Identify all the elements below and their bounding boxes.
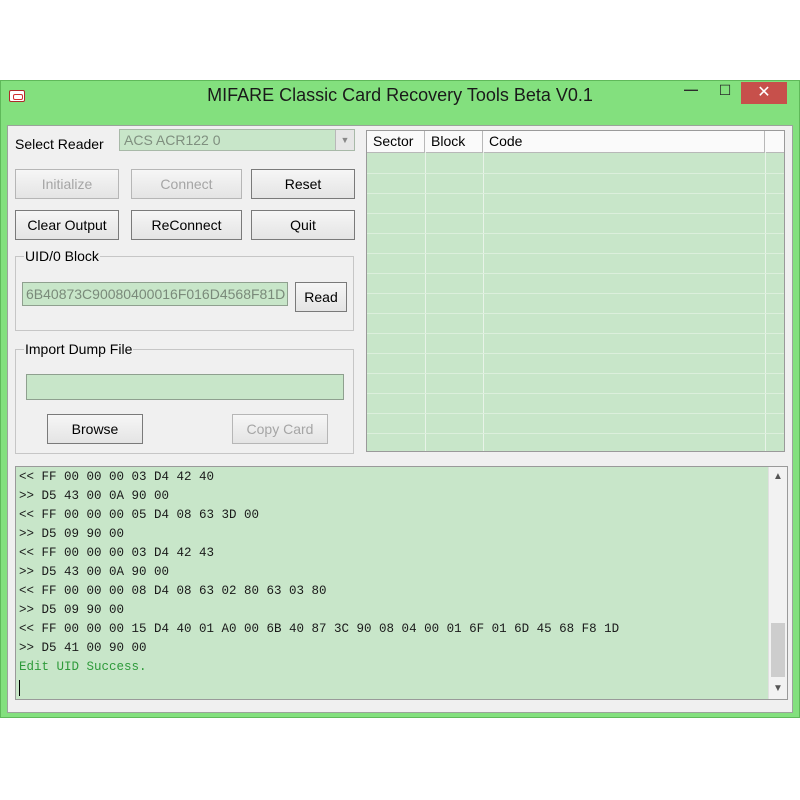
grid-line (425, 152, 426, 451)
grid-line (367, 193, 784, 194)
log-line-success: Edit UID Success. (19, 660, 147, 674)
output-log[interactable]: << FF 00 00 00 03 D4 42 40 >> D5 43 00 0… (15, 466, 788, 700)
chevron-down-icon[interactable]: ▼ (335, 130, 354, 150)
read-button[interactable]: Read (295, 282, 347, 312)
grid-line (367, 373, 784, 374)
log-line: >> D5 43 00 0A 90 00 (19, 489, 170, 503)
output-scrollbar[interactable]: ▲ ▼ (768, 467, 787, 699)
scroll-up-icon[interactable]: ▲ (769, 469, 787, 485)
column-header-code[interactable]: Code (483, 131, 765, 152)
dump-file-path-field[interactable] (26, 374, 344, 400)
column-header-block[interactable]: Block (425, 131, 483, 152)
uid-field[interactable]: 6B40873C90080400016F016D4568F81D (22, 282, 288, 306)
grid-line (367, 233, 784, 234)
import-dump-group: Import Dump File Browse Copy Card (15, 341, 354, 454)
grid-line (367, 213, 784, 214)
log-line: << FF 00 00 00 08 D4 08 63 02 80 63 03 8… (19, 584, 327, 598)
minimize-button[interactable]: — (681, 81, 701, 101)
grid-line (367, 433, 784, 434)
text-caret (19, 680, 20, 696)
maximize-button[interactable]: ☐ (715, 82, 735, 102)
import-dump-legend: Import Dump File (24, 341, 134, 357)
grid-line (367, 413, 784, 414)
log-line: >> D5 43 00 0A 90 00 (19, 565, 170, 579)
title-bar[interactable]: MIFARE Classic Card Recovery Tools Beta … (1, 81, 799, 111)
quit-button[interactable]: Quit (251, 210, 355, 240)
log-line: >> D5 41 00 90 00 (19, 641, 147, 655)
grid-line (367, 173, 784, 174)
sector-grid[interactable]: Sector Block Code (366, 130, 785, 452)
scroll-thumb[interactable] (771, 623, 785, 677)
grid-line (367, 253, 784, 254)
grid-line (367, 313, 784, 314)
grid-line (367, 333, 784, 334)
reconnect-button[interactable]: ReConnect (131, 210, 242, 240)
log-line: << FF 00 00 00 03 D4 42 40 (19, 470, 215, 484)
reader-dropdown[interactable]: ACS ACR122 0 ▼ (119, 129, 355, 151)
grid-line (367, 273, 784, 274)
reset-button[interactable]: Reset (251, 169, 355, 199)
uid-group-legend: UID/0 Block (24, 248, 100, 264)
log-line: << FF 00 00 00 03 D4 42 43 (19, 546, 215, 560)
grid-line (765, 152, 766, 451)
grid-header: Sector Block Code (367, 131, 784, 153)
copy-card-button[interactable]: Copy Card (232, 414, 328, 444)
log-line: >> D5 09 90 00 (19, 527, 125, 541)
initialize-button[interactable]: Initialize (15, 169, 119, 199)
reader-selected-value: ACS ACR122 0 (124, 132, 221, 148)
grid-line (367, 353, 784, 354)
select-reader-label: Select Reader (15, 136, 104, 152)
connect-button[interactable]: Connect (131, 169, 242, 199)
grid-line (367, 393, 784, 394)
grid-line (367, 293, 784, 294)
app-window: MIFARE Classic Card Recovery Tools Beta … (0, 80, 800, 718)
client-area: Select Reader ACS ACR122 0 ▼ Initialize … (7, 125, 793, 713)
scroll-down-icon[interactable]: ▼ (769, 681, 787, 697)
log-line: >> D5 09 90 00 (19, 603, 125, 617)
clear-output-button[interactable]: Clear Output (15, 210, 119, 240)
column-header-sector[interactable]: Sector (367, 131, 425, 152)
close-button[interactable]: ✕ (741, 82, 787, 104)
window-title: MIFARE Classic Card Recovery Tools Beta … (207, 85, 593, 105)
browse-button[interactable]: Browse (47, 414, 143, 444)
grid-line (483, 152, 484, 451)
log-line: << FF 00 00 00 05 D4 08 63 3D 00 (19, 508, 260, 522)
uid-group: UID/0 Block 6B40873C90080400016F016D4568… (15, 248, 354, 331)
log-line: << FF 00 00 00 15 D4 40 01 A0 00 6B 40 8… (19, 622, 620, 636)
